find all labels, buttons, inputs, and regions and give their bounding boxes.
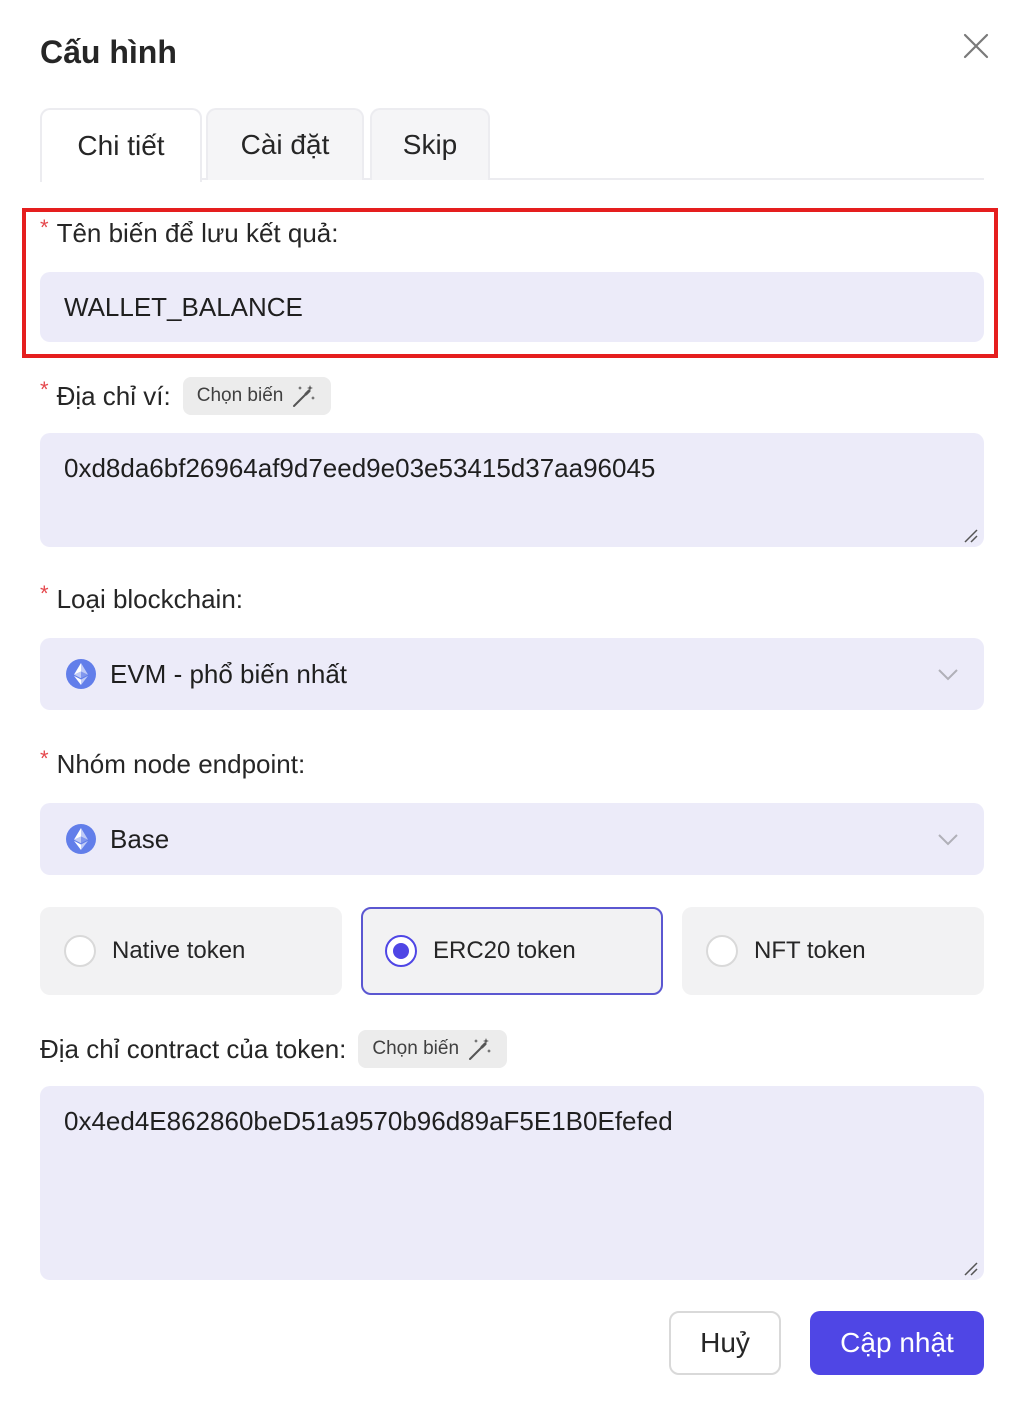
wallet-address-label: * Địa chỉ ví: Chọn biến bbox=[40, 377, 332, 415]
ethereum-icon bbox=[66, 824, 96, 854]
update-button[interactable]: Cập nhật bbox=[810, 1311, 984, 1375]
blockchain-select[interactable]: EVM - phổ biến nhất bbox=[40, 638, 984, 710]
magic-wand-icon bbox=[293, 385, 316, 407]
resize-handle-icon[interactable] bbox=[962, 1260, 978, 1276]
required-mark: * bbox=[40, 745, 49, 771]
radio-button[interactable] bbox=[64, 935, 96, 967]
magic-wand-icon bbox=[469, 1038, 492, 1060]
required-mark: * bbox=[40, 214, 49, 240]
tab-bar: Chi tiết Cài đặt Skip bbox=[40, 108, 984, 182]
radio-nft-token[interactable]: NFT token bbox=[682, 907, 984, 995]
ethereum-icon bbox=[66, 659, 96, 689]
resize-handle-icon[interactable] bbox=[962, 527, 978, 543]
close-icon[interactable] bbox=[960, 30, 992, 62]
radio-native-token[interactable]: Native token bbox=[40, 907, 342, 995]
choose-variable-button[interactable]: Chọn biến bbox=[358, 1030, 508, 1068]
tab-details[interactable]: Chi tiết bbox=[40, 108, 202, 182]
radio-erc20-token[interactable]: ERC20 token bbox=[361, 907, 663, 995]
chevron-down-icon bbox=[938, 669, 958, 681]
radio-button[interactable] bbox=[706, 935, 738, 967]
tab-settings[interactable]: Cài đặt bbox=[206, 108, 364, 180]
tab-skip[interactable]: Skip bbox=[370, 108, 490, 180]
node-group-select[interactable]: Base bbox=[40, 803, 984, 875]
dialog-title: Cấu hình bbox=[40, 34, 177, 70]
required-mark: * bbox=[40, 377, 49, 402]
choose-variable-button[interactable]: Chọn biến bbox=[182, 377, 332, 415]
token-contract-textarea[interactable]: 0x4ed4E862860beD51a9570b96d89aF5E1B0Efef… bbox=[40, 1086, 984, 1280]
chevron-down-icon bbox=[938, 834, 958, 846]
node-group-label: * Nhóm node endpoint: bbox=[40, 745, 306, 780]
cancel-button[interactable]: Huỷ bbox=[669, 1311, 781, 1375]
radio-button[interactable] bbox=[385, 935, 417, 967]
wallet-address-textarea[interactable]: 0xd8da6bf26964af9d7eed9e03e53415d37aa960… bbox=[40, 433, 984, 547]
required-mark: * bbox=[40, 580, 49, 606]
token-contract-label: Địa chỉ contract của token: Chọn biến bbox=[40, 1030, 508, 1068]
blockchain-label: * Loại blockchain: bbox=[40, 580, 244, 615]
result-var-label: * Tên biến để lưu kết quả: bbox=[40, 214, 339, 249]
result-var-input[interactable]: WALLET_BALANCE bbox=[40, 272, 984, 342]
